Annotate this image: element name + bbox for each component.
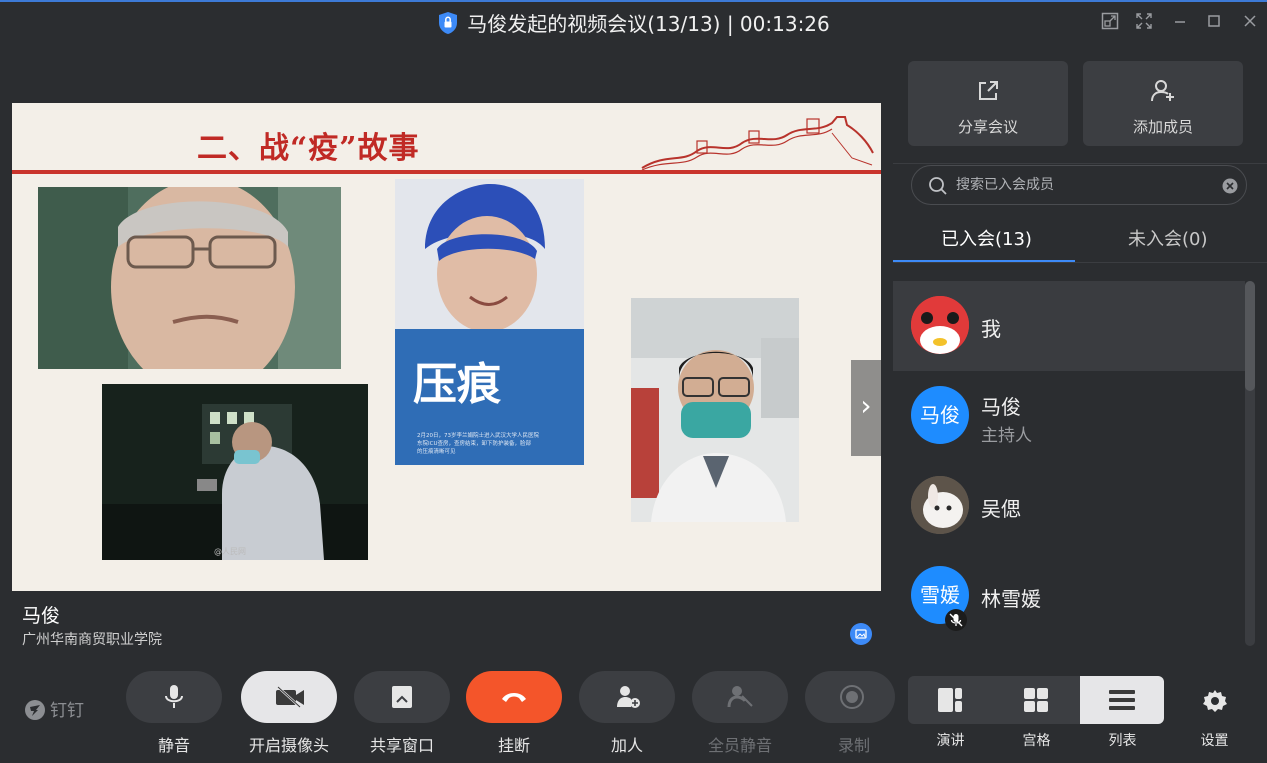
view-speaker-button[interactable] xyxy=(908,676,993,724)
hangup-phone-icon xyxy=(502,693,526,702)
tab-joined[interactable]: 已入会(13) xyxy=(941,225,1032,251)
invite-label: 加人 xyxy=(610,736,643,755)
camera-button[interactable] xyxy=(241,671,337,723)
share-screen-icon xyxy=(392,686,412,708)
clear-search-icon[interactable] xyxy=(1222,178,1238,194)
list-layout-icon xyxy=(1109,690,1135,710)
maximize-icon[interactable] xyxy=(1203,12,1225,34)
speaker-organization: 广州华南商贸职业学院 xyxy=(22,632,162,648)
hangup-button[interactable] xyxy=(466,671,562,723)
picture-in-picture-icon[interactable] xyxy=(850,623,872,645)
invite-button[interactable] xyxy=(579,671,675,723)
mute-button[interactable] xyxy=(126,671,222,723)
settings-label: 设置 xyxy=(1200,733,1229,749)
settings-button[interactable] xyxy=(1202,688,1228,714)
shared-screen-stage: 二、战“疫”故事 @人民网 压痕 2月20日，73岁李兰娟院士进入武汉大学人民医… xyxy=(12,43,881,654)
share-meeting-label: 分享会议 xyxy=(957,118,1018,136)
title-bar: 马俊发起的视频会议(13/13) | 00:13:26 xyxy=(0,0,1267,42)
meeting-toolbar: 钉钉 静音 开启摄像头 共享窗口 挂断 加人 全员静音 录制 演讲 宫格 列表 … xyxy=(0,654,1267,763)
view-grid-label: 宫格 xyxy=(1022,733,1051,749)
mute-all-button[interactable] xyxy=(692,671,788,723)
avatar xyxy=(911,296,969,354)
add-person-icon xyxy=(617,686,640,708)
svg-text:东院ICU查房，查房结束，卸下防护装备，脸部: 东院ICU查房，查房结束，卸下防护装备，脸部 xyxy=(417,439,531,447)
member-search-box[interactable] xyxy=(911,165,1247,205)
view-speaker-label: 演讲 xyxy=(936,733,965,749)
camera-off-icon xyxy=(276,686,304,708)
view-list-button[interactable] xyxy=(1080,676,1164,724)
close-icon[interactable] xyxy=(1239,12,1261,34)
member-list: 我 马俊 马俊 主持人 吴偲 雪媛 林雪媛 xyxy=(893,281,1245,654)
poster-headline: 压痕 xyxy=(413,359,502,410)
record-label: 录制 xyxy=(837,736,870,755)
mute-all-label: 全员静音 xyxy=(707,736,772,755)
member-search-input[interactable] xyxy=(956,174,1206,196)
member-name: 吴偲 xyxy=(981,497,1021,521)
member-row-self[interactable]: 我 xyxy=(893,281,1245,371)
camera-label: 开启摄像头 xyxy=(248,736,329,755)
search-icon xyxy=(929,177,947,195)
presentation-slide: 二、战“疫”故事 @人民网 压痕 2月20日，73岁李兰娟院士进入武汉大学人民医… xyxy=(12,103,881,591)
stage-top-bar xyxy=(12,43,881,103)
view-grid-button[interactable] xyxy=(994,676,1079,724)
member-row[interactable]: 雪媛 林雪媛 xyxy=(893,551,1245,641)
fullscreen-icon[interactable] xyxy=(1133,12,1155,34)
window-title: 马俊发起的视频会议(13/13) | 00:13:26 xyxy=(467,12,830,36)
scrollbar-thumb[interactable] xyxy=(1245,281,1255,391)
member-row[interactable]: 吴偲 xyxy=(893,461,1245,551)
pin-window-icon[interactable] xyxy=(1099,12,1121,34)
gear-icon xyxy=(1203,690,1227,712)
svg-text:的压痕清晰可见: 的压痕清晰可见 xyxy=(417,447,456,455)
speaker-layout-icon xyxy=(938,688,962,712)
record-button[interactable] xyxy=(805,671,895,723)
slide-photo-night-man: @人民网 xyxy=(102,384,368,560)
tab-not-joined[interactable]: 未入会(0) xyxy=(1128,225,1208,251)
speaker-name: 马俊 xyxy=(22,605,61,627)
view-list-label: 列表 xyxy=(1108,733,1137,749)
security-shield-icon xyxy=(439,12,458,34)
record-icon xyxy=(840,685,864,709)
avatar xyxy=(911,476,969,534)
member-row-host[interactable]: 马俊 马俊 主持人 xyxy=(893,371,1245,461)
meeting-window: 马俊发起的视频会议(13/13) | 00:13:26 二、战“疫”故事 @人民… xyxy=(0,0,1267,763)
tab-divider xyxy=(893,262,1267,263)
grid-layout-icon xyxy=(1024,688,1048,712)
member-list-scrollbar[interactable] xyxy=(1245,281,1255,646)
brand-label: 钉钉 xyxy=(50,701,84,721)
window-title-wrap: 马俊发起的视频会议(13/13) | 00:13:26 xyxy=(0,8,1267,37)
avatar: 马俊 xyxy=(911,386,969,444)
slide-divider-line xyxy=(12,170,881,174)
svg-text:@人民网: @人民网 xyxy=(214,547,246,556)
slide-title: 二、战“疫”故事 xyxy=(197,131,420,166)
layout-switcher xyxy=(908,676,1164,724)
mute-label: 静音 xyxy=(157,736,190,755)
add-member-button[interactable]: 添加成员 xyxy=(1083,61,1243,146)
minimize-icon[interactable] xyxy=(1169,12,1191,34)
svg-text:2月20日，73岁李兰娟院士进入武汉大学人民医院: 2月20日，73岁李兰娟院士进入武汉大学人民医院 xyxy=(417,431,539,439)
member-name: 我 xyxy=(981,317,1001,341)
share-icon xyxy=(979,81,998,100)
microphone-icon xyxy=(165,685,183,708)
next-slide-arrow-icon[interactable]: › xyxy=(851,360,881,456)
add-member-label: 添加成员 xyxy=(1132,118,1193,136)
member-name: 马俊 xyxy=(981,395,1021,419)
slide-photo-poster-nurse: 压痕 2月20日，73岁李兰娟院士进入武汉大学人民医院 东院ICU查房，查房结束… xyxy=(395,179,584,465)
speaker-info-bar: 马俊 广州华南商贸职业学院 xyxy=(12,591,881,654)
members-panel: 分享会议 添加成员 已入会(13) 未入会(0) xyxy=(893,43,1267,654)
mute-all-icon xyxy=(727,686,753,708)
share-window-button[interactable] xyxy=(354,671,450,723)
share-meeting-button[interactable]: 分享会议 xyxy=(908,61,1068,146)
slide-photo-doctor xyxy=(631,298,799,522)
dingtalk-logo-icon xyxy=(25,700,45,720)
dingtalk-logo: 钉钉 xyxy=(24,696,84,721)
share-window-label: 共享窗口 xyxy=(369,736,434,755)
member-role: 主持人 xyxy=(981,426,1032,446)
great-wall-illustration xyxy=(641,116,874,171)
slide-photo-portrait-man xyxy=(38,187,341,369)
hangup-label: 挂断 xyxy=(497,736,530,755)
muted-mic-icon xyxy=(945,609,967,631)
add-user-icon xyxy=(1151,80,1174,102)
panel-divider xyxy=(893,163,1267,164)
member-name: 林雪媛 xyxy=(981,587,1041,611)
